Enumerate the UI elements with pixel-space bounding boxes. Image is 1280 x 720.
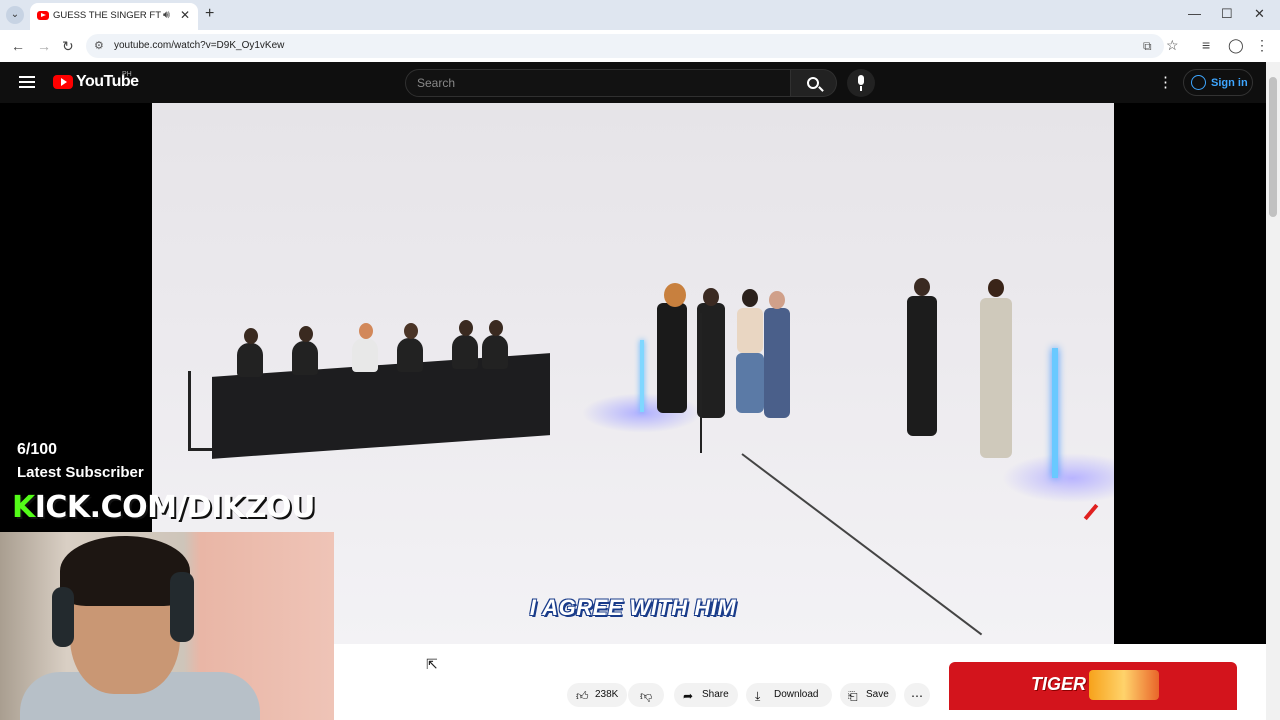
thumbs-up-icon: 👍︎ <box>576 689 589 703</box>
kick-channel-banner: KICK.COM/DIKZOU <box>12 490 315 525</box>
subscriber-goal-count: 6/100 <box>17 441 58 458</box>
performer-head <box>914 278 930 296</box>
light-stand-right <box>1052 348 1058 478</box>
judge-figure <box>292 341 318 375</box>
search-placeholder: Search <box>417 76 456 90</box>
site-info-icon[interactable]: ⚙︎ <box>94 39 104 52</box>
floor-light-right <box>1002 453 1114 503</box>
profile-icon[interactable]: ◯ <box>1228 37 1244 54</box>
thumbs-down-icon: 👎︎ <box>640 689 653 703</box>
bookmark-icon: ⎗ <box>848 689 858 703</box>
judge-head <box>404 323 418 339</box>
microphone-stand <box>700 313 702 453</box>
kick-channel-text: ICK.COM/DIKZOU <box>34 490 316 525</box>
more-actions-button[interactable]: ⋯ <box>904 683 930 707</box>
browser-toolbar: ← → ↻ ⚙︎ youtube.com/watch?v=D9K_Oy1vKew… <box>0 30 1280 62</box>
judge-figure <box>397 338 423 372</box>
kick-logo-k: K <box>12 490 35 525</box>
like-count: 238K <box>595 689 619 700</box>
minimize-icon[interactable]: — <box>1188 6 1201 21</box>
maximize-icon[interactable]: ☐ <box>1221 6 1233 22</box>
like-button[interactable]: 👍︎ 238K <box>567 683 627 707</box>
performer-head <box>769 291 785 309</box>
menu-icon[interactable]: ⋮ <box>1255 37 1269 54</box>
browser-tab-strip: ⌄ GUESS THE SINGER FT ED S 🔊︎ ✕ + — ☐ ✕ <box>0 0 1280 30</box>
save-label: Save <box>866 689 889 700</box>
latest-subscriber-label: Latest Subscriber <box>17 464 144 481</box>
performer-figure <box>764 308 790 418</box>
close-icon[interactable]: ✕ <box>180 8 190 22</box>
ad-brand-logo: TIGER <box>1031 674 1087 694</box>
forward-icon[interactable]: → <box>37 38 51 54</box>
judge-figure <box>452 335 478 369</box>
judge-head <box>299 326 313 342</box>
youtube-favicon-icon <box>37 11 49 20</box>
tab-dropdown-icon[interactable]: ⌄ <box>6 6 24 24</box>
voice-search-icon[interactable] <box>847 69 875 97</box>
performer-figure <box>907 296 937 436</box>
performer-figure <box>980 298 1012 458</box>
audio-icon[interactable]: 🔊︎ <box>163 9 170 22</box>
singer-skirt <box>736 353 764 413</box>
reload-icon[interactable]: ↻ <box>62 38 74 55</box>
download-label: Download <box>774 689 819 700</box>
search-icon <box>807 77 819 89</box>
share-label: Share <box>702 689 729 700</box>
more-horizontal-icon: ⋯ <box>911 689 923 703</box>
download-button[interactable]: ⤓ Download <box>746 683 832 707</box>
share-icon: ➦ <box>683 689 694 703</box>
save-button[interactable]: ⎗ Save <box>840 683 896 707</box>
performer-head <box>703 288 719 306</box>
singer-top <box>737 308 763 353</box>
performer-head <box>988 279 1004 297</box>
mouse-cursor-icon: ⇱ <box>426 656 438 672</box>
youtube-header: YouTube PH Search ⋮ Sign in <box>0 62 1266 103</box>
ad-product-image <box>1089 670 1159 700</box>
install-icon[interactable]: ⧉ <box>1143 39 1152 54</box>
download-icon: ⤓ <box>755 689 761 703</box>
youtube-logo-icon[interactable] <box>53 75 73 89</box>
country-code: PH <box>122 71 132 78</box>
address-bar[interactable]: ⚙︎ youtube.com/watch?v=D9K_Oy1vKew ⧉ <box>86 34 1164 58</box>
light-stand-left <box>640 340 644 412</box>
extensions-icon[interactable]: ≡ <box>1202 37 1210 53</box>
judge-head <box>359 323 373 339</box>
judge-head <box>459 320 473 336</box>
url-text[interactable]: youtube.com/watch?v=D9K_Oy1vKew <box>114 40 284 51</box>
search-button[interactable] <box>791 69 837 97</box>
headset-icon <box>170 572 194 642</box>
scrollbar-thumb[interactable] <box>1269 77 1277 217</box>
more-options-icon[interactable]: ⋮ <box>1158 73 1173 91</box>
search-input[interactable]: Search <box>405 69 791 97</box>
judge-figure <box>352 338 378 372</box>
judge-head <box>489 320 503 336</box>
sponsored-ad-banner[interactable]: TIGER <box>949 662 1237 710</box>
account-icon <box>1191 75 1206 90</box>
share-button[interactable]: ➦ Share <box>674 683 738 707</box>
singer-head <box>742 289 758 307</box>
browser-tab[interactable]: GUESS THE SINGER FT ED S 🔊︎ ✕ <box>30 3 198 30</box>
chipmunk-mask <box>664 283 686 307</box>
new-tab-icon[interactable]: + <box>205 5 214 23</box>
performer-figure <box>657 303 687 413</box>
judge-head <box>244 328 258 344</box>
window-close-icon[interactable]: ✕ <box>1254 6 1265 22</box>
back-icon[interactable]: ← <box>11 38 25 54</box>
headset-icon <box>52 587 74 647</box>
dislike-button[interactable]: 👎︎ <box>628 683 664 707</box>
judge-figure <box>237 343 263 377</box>
streamer-webcam <box>0 532 334 720</box>
sign-in-label: Sign in <box>1211 77 1248 89</box>
bookmark-star-icon[interactable]: ☆ <box>1166 37 1179 54</box>
judge-figure <box>482 335 508 369</box>
tab-title: GUESS THE SINGER FT ED S <box>53 10 163 21</box>
page-scrollbar[interactable] <box>1266 62 1280 720</box>
hamburger-menu-icon[interactable] <box>19 76 35 88</box>
sign-in-button[interactable]: Sign in <box>1183 69 1253 96</box>
